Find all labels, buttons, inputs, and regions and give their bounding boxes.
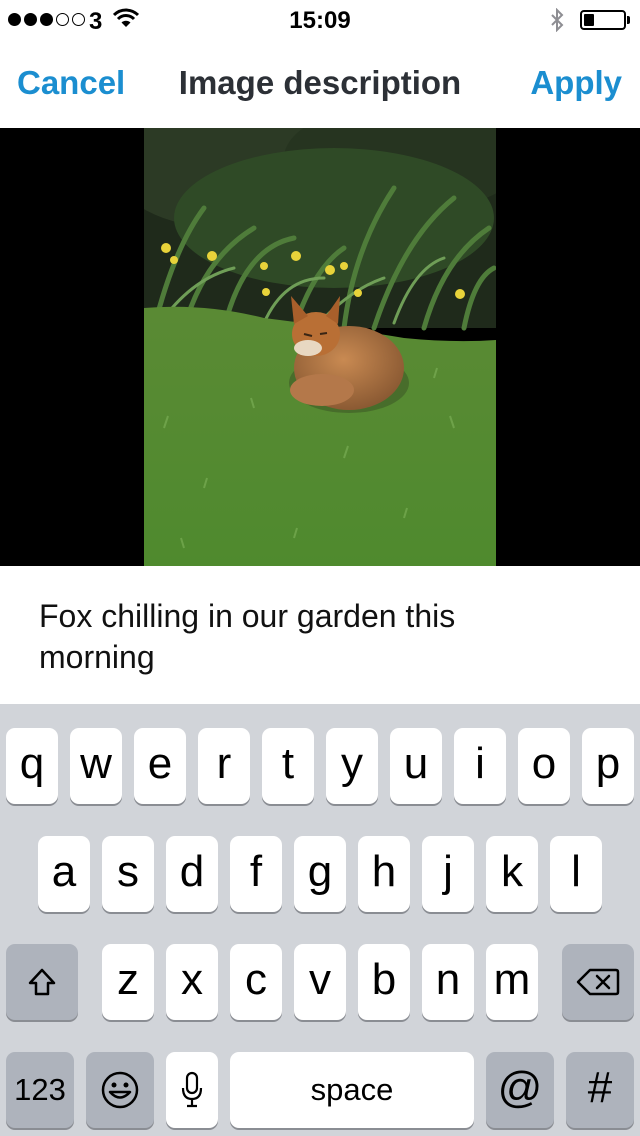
key-q[interactable]: q [6, 728, 58, 804]
description-text[interactable]: Fox chilling in our garden this morning [39, 596, 559, 678]
key-b[interactable]: b [358, 944, 410, 1020]
key-n[interactable]: n [422, 944, 474, 1020]
status-bar: 3 15:09 [0, 0, 640, 40]
delete-key[interactable] [562, 944, 634, 1020]
key-m[interactable]: m [486, 944, 538, 1020]
fox-photo [144, 128, 496, 566]
shift-arrow-icon [28, 968, 56, 996]
space-key[interactable]: space [230, 1052, 474, 1128]
shift-key[interactable] [6, 944, 78, 1020]
key-y[interactable]: y [326, 728, 378, 804]
key-v[interactable]: v [294, 944, 346, 1020]
key-k[interactable]: k [486, 836, 538, 912]
key-h[interactable]: h [358, 836, 410, 912]
hash-key[interactable]: # [566, 1052, 634, 1128]
key-s[interactable]: s [102, 836, 154, 912]
battery-tip [627, 16, 630, 24]
key-c[interactable]: c [230, 944, 282, 1020]
battery-icon [580, 10, 626, 30]
key-t[interactable]: t [262, 728, 314, 804]
backspace-icon [576, 968, 620, 996]
numbers-key[interactable]: 123 [6, 1052, 74, 1128]
key-u[interactable]: u [390, 728, 442, 804]
key-j[interactable]: j [422, 836, 474, 912]
key-r[interactable]: r [198, 728, 250, 804]
emoji-key[interactable] [86, 1052, 154, 1128]
emoji-icon [101, 1071, 139, 1109]
key-a[interactable]: a [38, 836, 90, 912]
at-key[interactable]: @ [486, 1052, 554, 1128]
apply-button[interactable]: Apply [530, 64, 622, 102]
key-i[interactable]: i [454, 728, 506, 804]
key-w[interactable]: w [70, 728, 122, 804]
keyboard: q w e r t y u i o p a s d f g h j k l z … [0, 704, 640, 1136]
key-p[interactable]: p [582, 728, 634, 804]
key-d[interactable]: d [166, 836, 218, 912]
key-x[interactable]: x [166, 944, 218, 1020]
key-f[interactable]: f [230, 836, 282, 912]
battery-level-fill [584, 14, 594, 26]
microphone-icon [181, 1071, 203, 1108]
key-l[interactable]: l [550, 836, 602, 912]
key-o[interactable]: o [518, 728, 570, 804]
bluetooth-icon [551, 8, 564, 32]
key-e[interactable]: e [134, 728, 186, 804]
navigation-bar: Image description Cancel Apply [0, 40, 640, 128]
image-preview [0, 128, 640, 566]
cancel-button[interactable]: Cancel [17, 64, 125, 102]
microphone-key[interactable] [166, 1052, 218, 1128]
description-field[interactable]: Fox chilling in our garden this morning [0, 566, 640, 704]
clock: 15:09 [289, 7, 351, 34]
key-z[interactable]: z [102, 944, 154, 1020]
key-g[interactable]: g [294, 836, 346, 912]
